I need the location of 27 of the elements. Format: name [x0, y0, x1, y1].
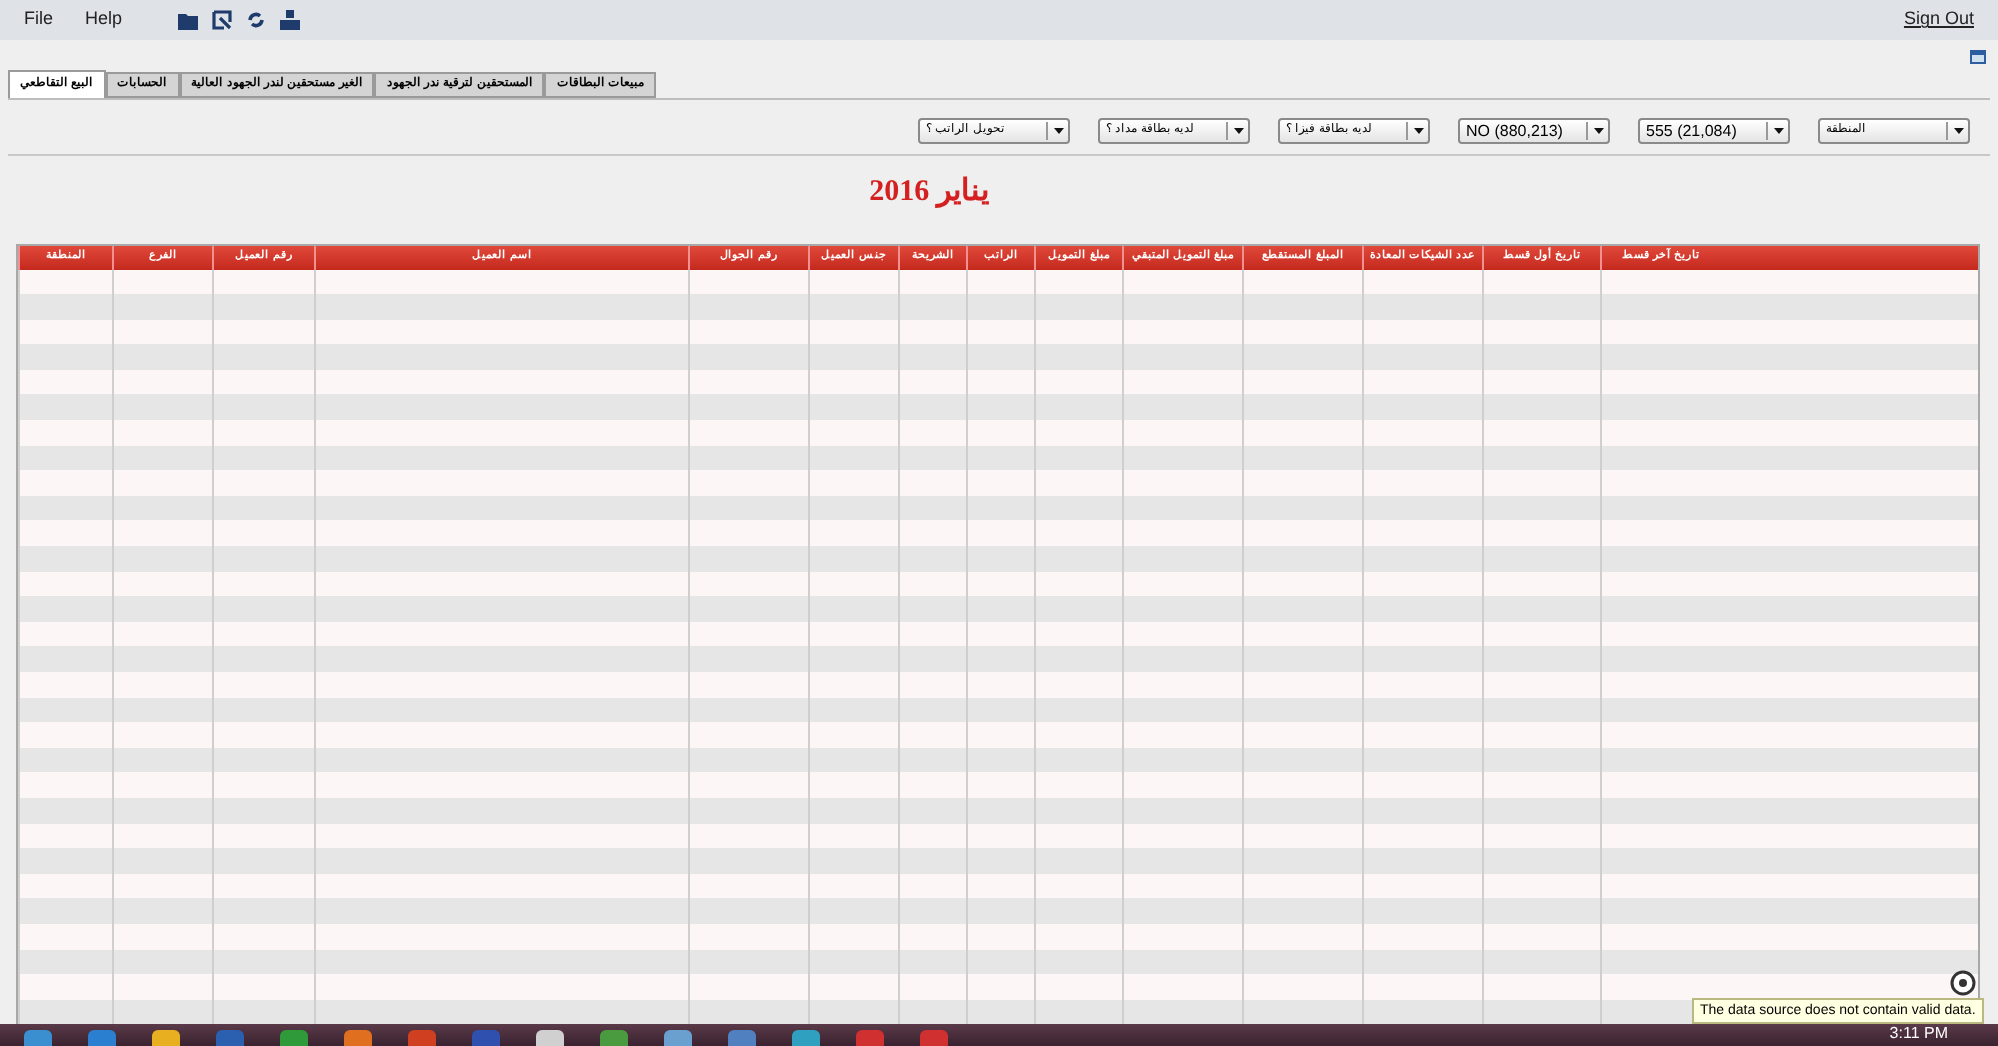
caret-icon	[1233, 128, 1243, 134]
taskbar-icon[interactable]	[24, 1030, 52, 1046]
taskbar-icon[interactable]	[152, 1030, 180, 1046]
taskbar-icon[interactable]	[792, 1030, 820, 1046]
caret-icon	[1413, 128, 1423, 134]
sign-out-link[interactable]: Sign Out	[1903, 6, 1974, 34]
clock: 3:11 PM	[1889, 1024, 1948, 1042]
caret-icon	[1953, 128, 1963, 134]
taskbar-icon[interactable]	[600, 1030, 628, 1046]
caret-icon	[1773, 128, 1783, 134]
caret-icon	[1053, 128, 1063, 134]
taskbar-icon[interactable]	[344, 1030, 372, 1046]
caret-icon	[1593, 128, 1603, 134]
menu-item[interactable]: Help	[85, 6, 123, 34]
taskbar-icon[interactable]	[536, 1030, 564, 1046]
taskbar-icon[interactable]	[280, 1030, 308, 1046]
folder-icon[interactable]	[178, 11, 199, 29]
filter-dropdown[interactable]: 555 (21,084)	[1638, 118, 1790, 144]
taskbar-icon[interactable]	[664, 1030, 692, 1046]
refresh-icon[interactable]	[246, 10, 267, 30]
report-title: يناير 2016	[869, 174, 989, 212]
help-icon[interactable]	[1950, 970, 1976, 996]
filter-dropdown[interactable]: NO (880,213)	[1458, 118, 1610, 144]
cursor-icon[interactable]	[212, 10, 233, 30]
menu-item[interactable]: File	[24, 6, 54, 34]
restore-icon[interactable]	[1970, 50, 1986, 64]
printer-icon[interactable]	[280, 10, 301, 30]
